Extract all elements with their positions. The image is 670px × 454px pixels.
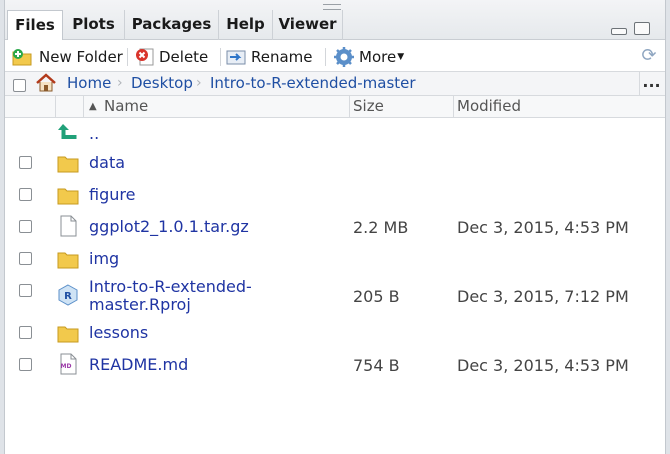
breadcrumb-current[interactable]: Intro-to-R-extended-master [210, 73, 416, 93]
row-checkbox[interactable] [19, 188, 32, 201]
column-name[interactable]: Name [104, 96, 148, 117]
file-name-link[interactable]: figure [89, 186, 135, 204]
folder-icon [57, 326, 79, 343]
file-row[interactable]: figure [5, 182, 665, 210]
home-icon[interactable] [35, 73, 57, 93]
folder-icon [57, 188, 79, 205]
row-checkbox[interactable] [19, 156, 32, 169]
parent-directory-row[interactable]: .. [5, 120, 665, 146]
tab-plots[interactable]: Plots [63, 10, 125, 40]
maximize-pane-icon[interactable] [634, 22, 650, 35]
row-checkbox[interactable] [19, 358, 32, 371]
more-button[interactable]: More ▼ [333, 46, 404, 68]
delete-icon [136, 48, 154, 66]
select-all-checkbox[interactable] [13, 79, 26, 92]
new-folder-button[interactable]: New Folder [11, 46, 123, 68]
markdown-file-icon: MD [60, 353, 77, 375]
r-project-icon: R [58, 284, 78, 306]
tab-packages[interactable]: Packages [125, 10, 219, 40]
md-badge: MD [61, 363, 72, 370]
file-row[interactable]: img [5, 246, 665, 274]
file-modified: Dec 3, 2015, 4:53 PM [457, 356, 629, 375]
file-icon [60, 215, 77, 237]
rename-button[interactable]: Rename [225, 46, 313, 68]
file-size: 2.2 MB [353, 218, 409, 237]
file-row[interactable]: ggplot2_1.0.1.tar.gz 2.2 MB Dec 3, 2015,… [5, 214, 665, 242]
file-name-link[interactable]: img [89, 250, 119, 268]
breadcrumb-home[interactable]: Home [67, 73, 111, 93]
go-up-arrow-icon [58, 124, 77, 139]
breadcrumb-separator-icon: › [196, 75, 202, 91]
file-row[interactable]: lessons [5, 320, 665, 348]
refresh-icon[interactable]: ⟳ [639, 46, 659, 66]
more-label: More [359, 48, 397, 66]
minimize-pane-icon[interactable] [611, 28, 627, 35]
go-to-directory-button[interactable]: ... [639, 72, 663, 96]
file-modified: Dec 3, 2015, 7:12 PM [457, 287, 629, 306]
folder-icon [57, 252, 79, 269]
file-row[interactable]: R Intro-to-R-extended- master.Rproj 205 … [5, 276, 665, 316]
chevron-down-icon: ▼ [397, 52, 405, 62]
files-pane: Files Plots Packages Help Viewer New Fol… [4, 0, 666, 454]
file-name-line1[interactable]: Intro-to-R-extended- [89, 278, 252, 296]
file-row[interactable]: data [5, 150, 665, 178]
file-name-link[interactable]: data [89, 154, 125, 172]
file-size: 754 B [353, 356, 400, 375]
tab-bar: Files Plots Packages Help Viewer [5, 0, 665, 41]
files-toolbar: New Folder Delete Rename More ▼ ⟳ [5, 40, 665, 72]
file-row[interactable]: MD README.md 754 B Dec 3, 2015, 4:53 PM [5, 352, 665, 380]
new-folder-label: New Folder [39, 48, 123, 66]
rename-icon [226, 50, 246, 65]
delete-button[interactable]: Delete [135, 46, 208, 68]
file-size: 205 B [353, 287, 400, 306]
sort-ascending-icon: ▲ [89, 101, 97, 112]
column-modified[interactable]: Modified [457, 96, 521, 117]
file-name-line2[interactable]: master.Rproj [89, 296, 191, 314]
breadcrumb-separator-icon: › [117, 75, 123, 91]
folder-icon [57, 156, 79, 173]
column-header-row: ▲ Name Size Modified [5, 96, 665, 118]
new-folder-icon [12, 49, 32, 66]
tab-help[interactable]: Help [219, 10, 273, 40]
rename-label: Rename [251, 48, 313, 66]
file-modified: Dec 3, 2015, 4:53 PM [457, 218, 629, 237]
delete-label: Delete [159, 48, 209, 66]
row-checkbox[interactable] [19, 326, 32, 339]
tab-files[interactable]: Files [7, 10, 63, 41]
file-name-link[interactable]: lessons [89, 324, 148, 342]
file-name-link[interactable]: README.md [89, 356, 188, 374]
row-checkbox[interactable] [19, 220, 32, 233]
tab-viewer[interactable]: Viewer [273, 10, 343, 40]
row-checkbox[interactable] [19, 284, 32, 297]
breadcrumb: Home › Desktop › Intro-to-R-extended-mas… [5, 72, 665, 96]
svg-text:R: R [64, 291, 72, 302]
row-checkbox[interactable] [19, 252, 32, 265]
column-size[interactable]: Size [353, 96, 384, 117]
parent-directory-link[interactable]: .. [89, 125, 99, 143]
gear-icon [334, 47, 354, 67]
breadcrumb-desktop[interactable]: Desktop [131, 73, 193, 93]
file-name-link[interactable]: ggplot2_1.0.1.tar.gz [89, 218, 249, 236]
